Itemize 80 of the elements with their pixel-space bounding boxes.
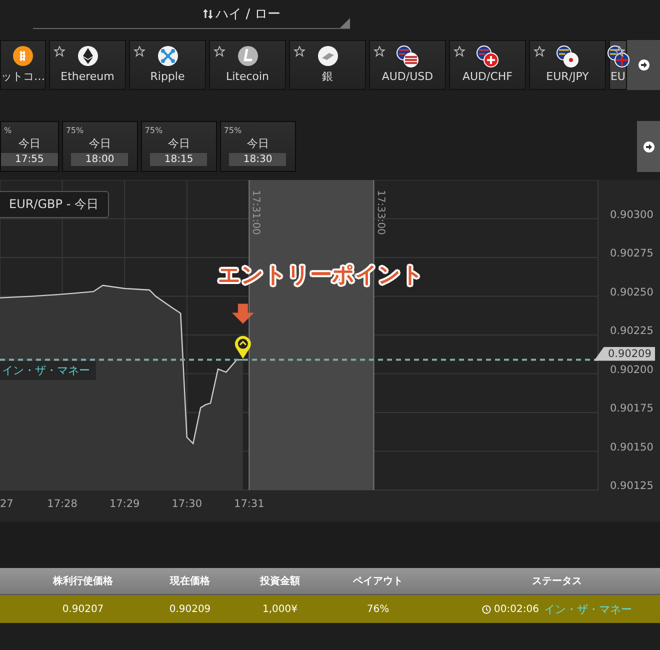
status-chip: イン・ザ・マネー xyxy=(0,360,96,380)
asset-tab[interactable]: Ripple xyxy=(129,40,206,90)
asset-tab[interactable]: Ethereum xyxy=(49,40,126,90)
y-axis-label: 0.90150 xyxy=(610,441,654,454)
y-axis-label: 0.90175 xyxy=(610,402,654,414)
next-icon xyxy=(642,140,654,152)
y-axis-label: 0.90225 xyxy=(610,325,654,337)
expiry-button[interactable]: % 今日 17:55 xyxy=(0,121,59,172)
asset-tab[interactable]: Litecoin xyxy=(209,40,286,90)
asset-tab[interactable]: AUD/CHF xyxy=(449,40,526,90)
y-axis-label: 0.90275 xyxy=(610,248,654,260)
star-icon xyxy=(614,46,625,57)
clock-icon xyxy=(482,604,492,614)
legend-chip: EUR/GBP - 今日 xyxy=(0,191,110,218)
y-axis-label: 0.90125 xyxy=(610,480,654,492)
star-icon xyxy=(294,46,305,57)
column-header: ペイアウト xyxy=(352,575,404,588)
column-header: 現在価格 xyxy=(168,574,211,588)
next-icon xyxy=(638,59,650,71)
asset-tab[interactable]: AUD/USD xyxy=(369,40,446,90)
payout-percent: 75% xyxy=(66,126,84,135)
down-arrow-icon xyxy=(232,304,254,324)
time-label: 18:00 xyxy=(71,153,128,166)
day-label: 今日 xyxy=(246,137,269,150)
mode-dropdown[interactable]: ハイ / ロー xyxy=(33,0,350,29)
x-axis-label: 27 xyxy=(0,498,14,510)
expiry-button[interactable]: 75% 今日 18:00 xyxy=(62,121,138,172)
asset-tab[interactable]: 銀 xyxy=(289,40,366,90)
table-cell-text: 1,000¥ xyxy=(262,604,298,614)
bitcoin-icon xyxy=(12,45,34,67)
column-header: ステータス xyxy=(531,575,583,588)
x-axis-label: 17:29 xyxy=(109,498,140,510)
table-cell-text: 0.90209 xyxy=(168,604,212,614)
y-axis-label: 0.90250 xyxy=(610,286,654,298)
x-axis-label: 17:31 xyxy=(234,498,264,510)
expiry-button[interactable]: 75% 今日 18:30 xyxy=(220,121,296,172)
payout-percent: 75% xyxy=(224,126,242,135)
asset-tab[interactable]: EUR/JPY xyxy=(529,40,606,90)
column-header: 投資金額 xyxy=(258,574,301,588)
remaining-time: 00:02:06 xyxy=(494,604,539,614)
next-button[interactable] xyxy=(627,40,660,90)
time-label: 17:55 xyxy=(1,153,58,166)
time-label: 18:30 xyxy=(229,153,286,166)
pin-marker-icon xyxy=(234,336,251,359)
day-label: 今日 xyxy=(88,137,111,150)
payout-percent: 75% xyxy=(144,126,163,135)
ripple-icon xyxy=(156,45,178,67)
expiry-time-label: 17:33:00 xyxy=(374,190,386,235)
entry-point-label: エントリーポイント xyxy=(218,262,424,290)
status-text: イン・ザ・マネー xyxy=(544,602,632,616)
star-icon xyxy=(134,46,145,57)
table-cell-text: 76% xyxy=(366,604,390,614)
expiry-button[interactable]: 75% 今日 18:15 xyxy=(140,121,217,172)
star-icon xyxy=(374,46,385,57)
price-tag: 0.90209 xyxy=(594,346,656,361)
asset-tab[interactable]: ットコ… xyxy=(0,40,46,90)
x-axis-label: 17:28 xyxy=(47,498,78,510)
ethereum-icon xyxy=(76,45,98,67)
x-axis-label: 17:30 xyxy=(172,498,202,510)
star-icon xyxy=(214,46,225,57)
asset-tab[interactable]: EU xyxy=(609,40,627,90)
column-header: 株利行使価格 xyxy=(52,574,114,588)
table-cell-text: 0.90207 xyxy=(61,604,105,614)
payout-percent: % xyxy=(4,126,12,135)
expiry-time-label: 17:31:00 xyxy=(250,190,262,235)
up-down-arrows-icon xyxy=(202,9,213,19)
time-label: 18:15 xyxy=(150,153,208,166)
y-axis-label: 0.90300 xyxy=(610,208,654,221)
litecoin-icon xyxy=(236,45,258,67)
flags-icon xyxy=(556,44,579,68)
day-label: 今日 xyxy=(168,137,190,150)
star-icon xyxy=(534,46,545,57)
ingot-icon xyxy=(316,45,338,67)
flags-icon xyxy=(476,44,499,68)
star-icon xyxy=(54,46,65,57)
next-button[interactable] xyxy=(637,121,660,172)
star-icon xyxy=(454,46,465,57)
y-axis-label: 0.90200 xyxy=(610,364,654,376)
day-label: 今日 xyxy=(18,137,40,150)
flags-icon xyxy=(396,44,419,68)
